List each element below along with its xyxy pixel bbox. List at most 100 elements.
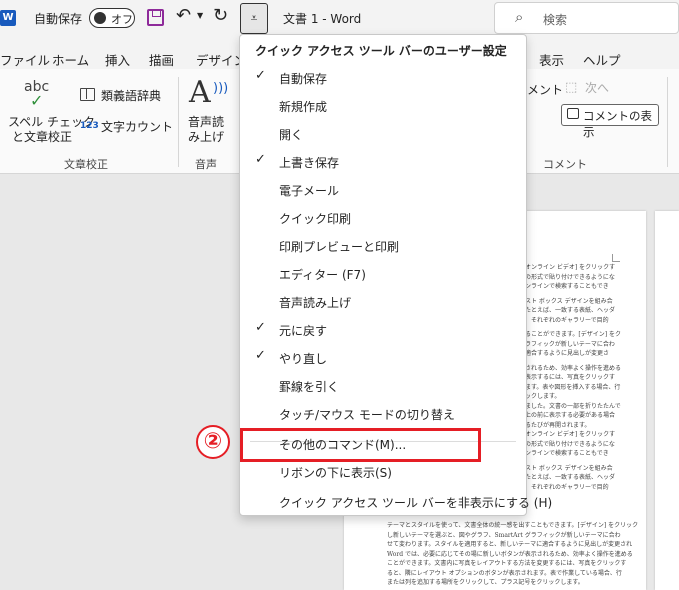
tab-help[interactable]: ヘルプ bbox=[583, 50, 621, 69]
checkmark-icon: ✓ bbox=[255, 348, 266, 363]
customize-qat-button[interactable]: ⩡ bbox=[240, 3, 268, 34]
menu-item-draw-table[interactable]: 罫線を引く bbox=[241, 371, 527, 399]
menu-item-label: 電子メール bbox=[279, 184, 340, 198]
tab-draw[interactable]: 描画 bbox=[149, 50, 174, 69]
document-text-line: されるため、効率よく操作を進める bbox=[525, 364, 622, 372]
menu-item-label: 新規作成 bbox=[279, 100, 328, 114]
next-comment-button[interactable]: 次へ bbox=[585, 81, 609, 96]
tab-insert[interactable]: 挿入 bbox=[105, 50, 130, 69]
menu-item-label: 音声読み上げ bbox=[279, 296, 352, 310]
menu-item-label: クイック アクセス ツール バーを非表示にする (H) bbox=[279, 496, 553, 510]
search-input[interactable]: ⌕ 検索 bbox=[494, 2, 679, 34]
menu-item-save[interactable]: ✓ 上書き保存 bbox=[241, 147, 527, 175]
read-aloud-waves-icon: ))) bbox=[213, 81, 229, 96]
checkmark-icon: ✓ bbox=[255, 68, 266, 83]
document-text-line: テーマとスタイルを使って、文書全体の統一感を出すこともできます。[デザイン] を… bbox=[387, 522, 639, 529]
menu-item-open[interactable]: 開く bbox=[241, 119, 527, 147]
group-divider bbox=[178, 77, 179, 167]
menu-item-label: やり直し bbox=[279, 352, 328, 366]
tab-home[interactable]: ホーム bbox=[52, 50, 89, 69]
menu-item-redo[interactable]: ✓ やり直し bbox=[241, 343, 527, 371]
save-icon[interactable] bbox=[147, 9, 164, 26]
document-page-next[interactable] bbox=[655, 211, 679, 590]
word-logo-icon: W bbox=[0, 10, 16, 26]
toggle-knob bbox=[94, 12, 106, 24]
next-comment-icon: ⬚ bbox=[565, 80, 578, 95]
document-text-line: オンライン ビデオ] をクリックす bbox=[525, 431, 616, 438]
comment-icon bbox=[567, 108, 579, 119]
thesaurus-icon bbox=[80, 88, 95, 101]
menu-item-label: 罫線を引く bbox=[279, 380, 340, 394]
menu-item-quick-print[interactable]: クイック印刷 bbox=[241, 203, 527, 231]
document-text-line: Word では、必要に応じてその場に新しいボタンが表示されるため、効率よく操作を… bbox=[387, 550, 633, 558]
spelling-check-icon: ✓ bbox=[30, 91, 44, 110]
speech-group-label: 音声 bbox=[195, 158, 217, 171]
document-text-line: 上の前に表示する必要がある場合 bbox=[525, 412, 616, 419]
undo-dropdown-chevron-icon[interactable]: ▼ bbox=[197, 11, 203, 20]
menu-title: クイック アクセス ツール バーのユーザー設定 bbox=[255, 44, 507, 58]
search-placeholder: 検索 bbox=[543, 13, 568, 27]
autosave-toggle[interactable]: オフ bbox=[89, 8, 135, 28]
menu-item-print-preview[interactable]: 印刷プレビューと印刷 bbox=[241, 231, 527, 259]
document-text-line: ることができます。[デザイン] をク bbox=[525, 331, 621, 338]
customize-qat-icon: ⩡ bbox=[250, 11, 258, 25]
autosave-state: オフ bbox=[111, 13, 133, 26]
menu-item-label: クイック印刷 bbox=[279, 212, 352, 226]
document-text-line: オンライン ビデオ] をクリックす bbox=[525, 264, 616, 271]
menu-item-touch-mouse-mode[interactable]: タッチ/マウス モードの切り替え bbox=[241, 399, 527, 427]
menu-item-label: タッチ/マウス モードの切り替え bbox=[279, 408, 455, 422]
menu-item-editor[interactable]: エディター (F7) bbox=[241, 259, 527, 287]
search-icon: ⌕ bbox=[515, 8, 524, 26]
group-divider bbox=[667, 77, 668, 167]
tab-file[interactable]: ファイル bbox=[0, 50, 50, 69]
menu-item-label: 上書き保存 bbox=[279, 156, 340, 170]
document-text-line: るたびが再開されます。 bbox=[525, 421, 591, 429]
thesaurus-button[interactable]: 類義語辞典 bbox=[101, 89, 161, 104]
menu-item-autosave[interactable]: ✓ 自動保存 bbox=[241, 63, 527, 91]
document-text-line: ことができます。文書内に写真をレイアウトする方法を変更するには、写真をクリックす bbox=[387, 560, 627, 567]
autosave-label: 自動保存 bbox=[34, 12, 83, 26]
document-text-line: ました。文書の一部を折りたたんで bbox=[525, 402, 621, 410]
document-text-line: 適合するように見出しが変更さ bbox=[525, 350, 610, 357]
document-text-line: たとえば、一致する表紙、ヘッダ bbox=[525, 474, 616, 481]
read-aloud-label-1[interactable]: 音声読 bbox=[188, 115, 224, 130]
document-text-line: ラフィックが新しいテーマに合わ bbox=[525, 340, 615, 348]
menu-item-undo[interactable]: ✓ 元に戻す bbox=[241, 315, 527, 343]
document-text-line: ンラインで検索することもでき bbox=[525, 450, 609, 457]
document-text-line: し新しいテーマを選ぶと、図やグラフ、SmartArt グラフィックが新しいテーマ… bbox=[387, 531, 621, 539]
read-aloud-icon: A bbox=[189, 75, 211, 110]
menu-item-hide-qat[interactable]: クイック アクセス ツール バーを非表示にする (H) bbox=[241, 487, 552, 515]
document-text-line: ると、隣にレイアウト オプションのボタンが表示されます。表で作業している場合、行 bbox=[387, 569, 622, 577]
comments-group-label: コメント bbox=[543, 158, 587, 171]
proofing-group-label: 文章校正 bbox=[64, 158, 108, 171]
menu-item-label: 自動保存 bbox=[279, 72, 328, 86]
document-text-line: 、それぞれのギャラリーで目的 bbox=[525, 483, 609, 491]
redo-icon[interactable]: ↻ bbox=[213, 5, 228, 26]
document-text-line: の形式で貼り付けできるようにな bbox=[525, 273, 615, 281]
spell-check-label-2[interactable]: と文章校正 bbox=[12, 130, 72, 145]
document-text-line: スト ボックス デザインを組み合 bbox=[525, 464, 613, 472]
document-text-line: ックします。 bbox=[525, 393, 561, 400]
step-number-marker: ② bbox=[196, 425, 230, 459]
word-count-icon: 123 bbox=[80, 121, 99, 131]
menu-item-email[interactable]: 電子メール bbox=[241, 175, 527, 203]
document-text-line: たとえば、一致する表紙、ヘッダ bbox=[525, 307, 616, 314]
document-title: 文書 1 - Word bbox=[283, 12, 362, 26]
document-text-line: 、それぞれのギャラリーで目的 bbox=[525, 316, 609, 324]
tab-view[interactable]: 表示 bbox=[539, 50, 564, 69]
page-margin-mark bbox=[612, 254, 620, 262]
menu-item-label: 開く bbox=[279, 128, 304, 142]
menu-item-label: 元に戻す bbox=[279, 324, 328, 338]
document-text-line: せて変わります。スタイルを適用すると、新しいテーマに適合するように見出しが変更さ… bbox=[387, 541, 633, 548]
delete-comment-button[interactable]: メント bbox=[527, 83, 563, 98]
highlight-box bbox=[240, 428, 481, 462]
menu-item-read-aloud[interactable]: 音声読み上げ bbox=[241, 287, 527, 315]
word-count-button[interactable]: 文字カウント bbox=[101, 120, 173, 135]
read-aloud-label-2[interactable]: み上げ bbox=[188, 130, 224, 145]
menu-item-label: エディター (F7) bbox=[279, 268, 366, 282]
checkmark-icon: ✓ bbox=[255, 152, 266, 167]
menu-item-label: リボンの下に表示(S) bbox=[279, 466, 392, 480]
menu-item-new[interactable]: 新規作成 bbox=[241, 91, 527, 119]
show-comments-button[interactable]: コメントの表示 bbox=[561, 104, 659, 139]
undo-icon[interactable]: ↶ bbox=[176, 5, 191, 26]
